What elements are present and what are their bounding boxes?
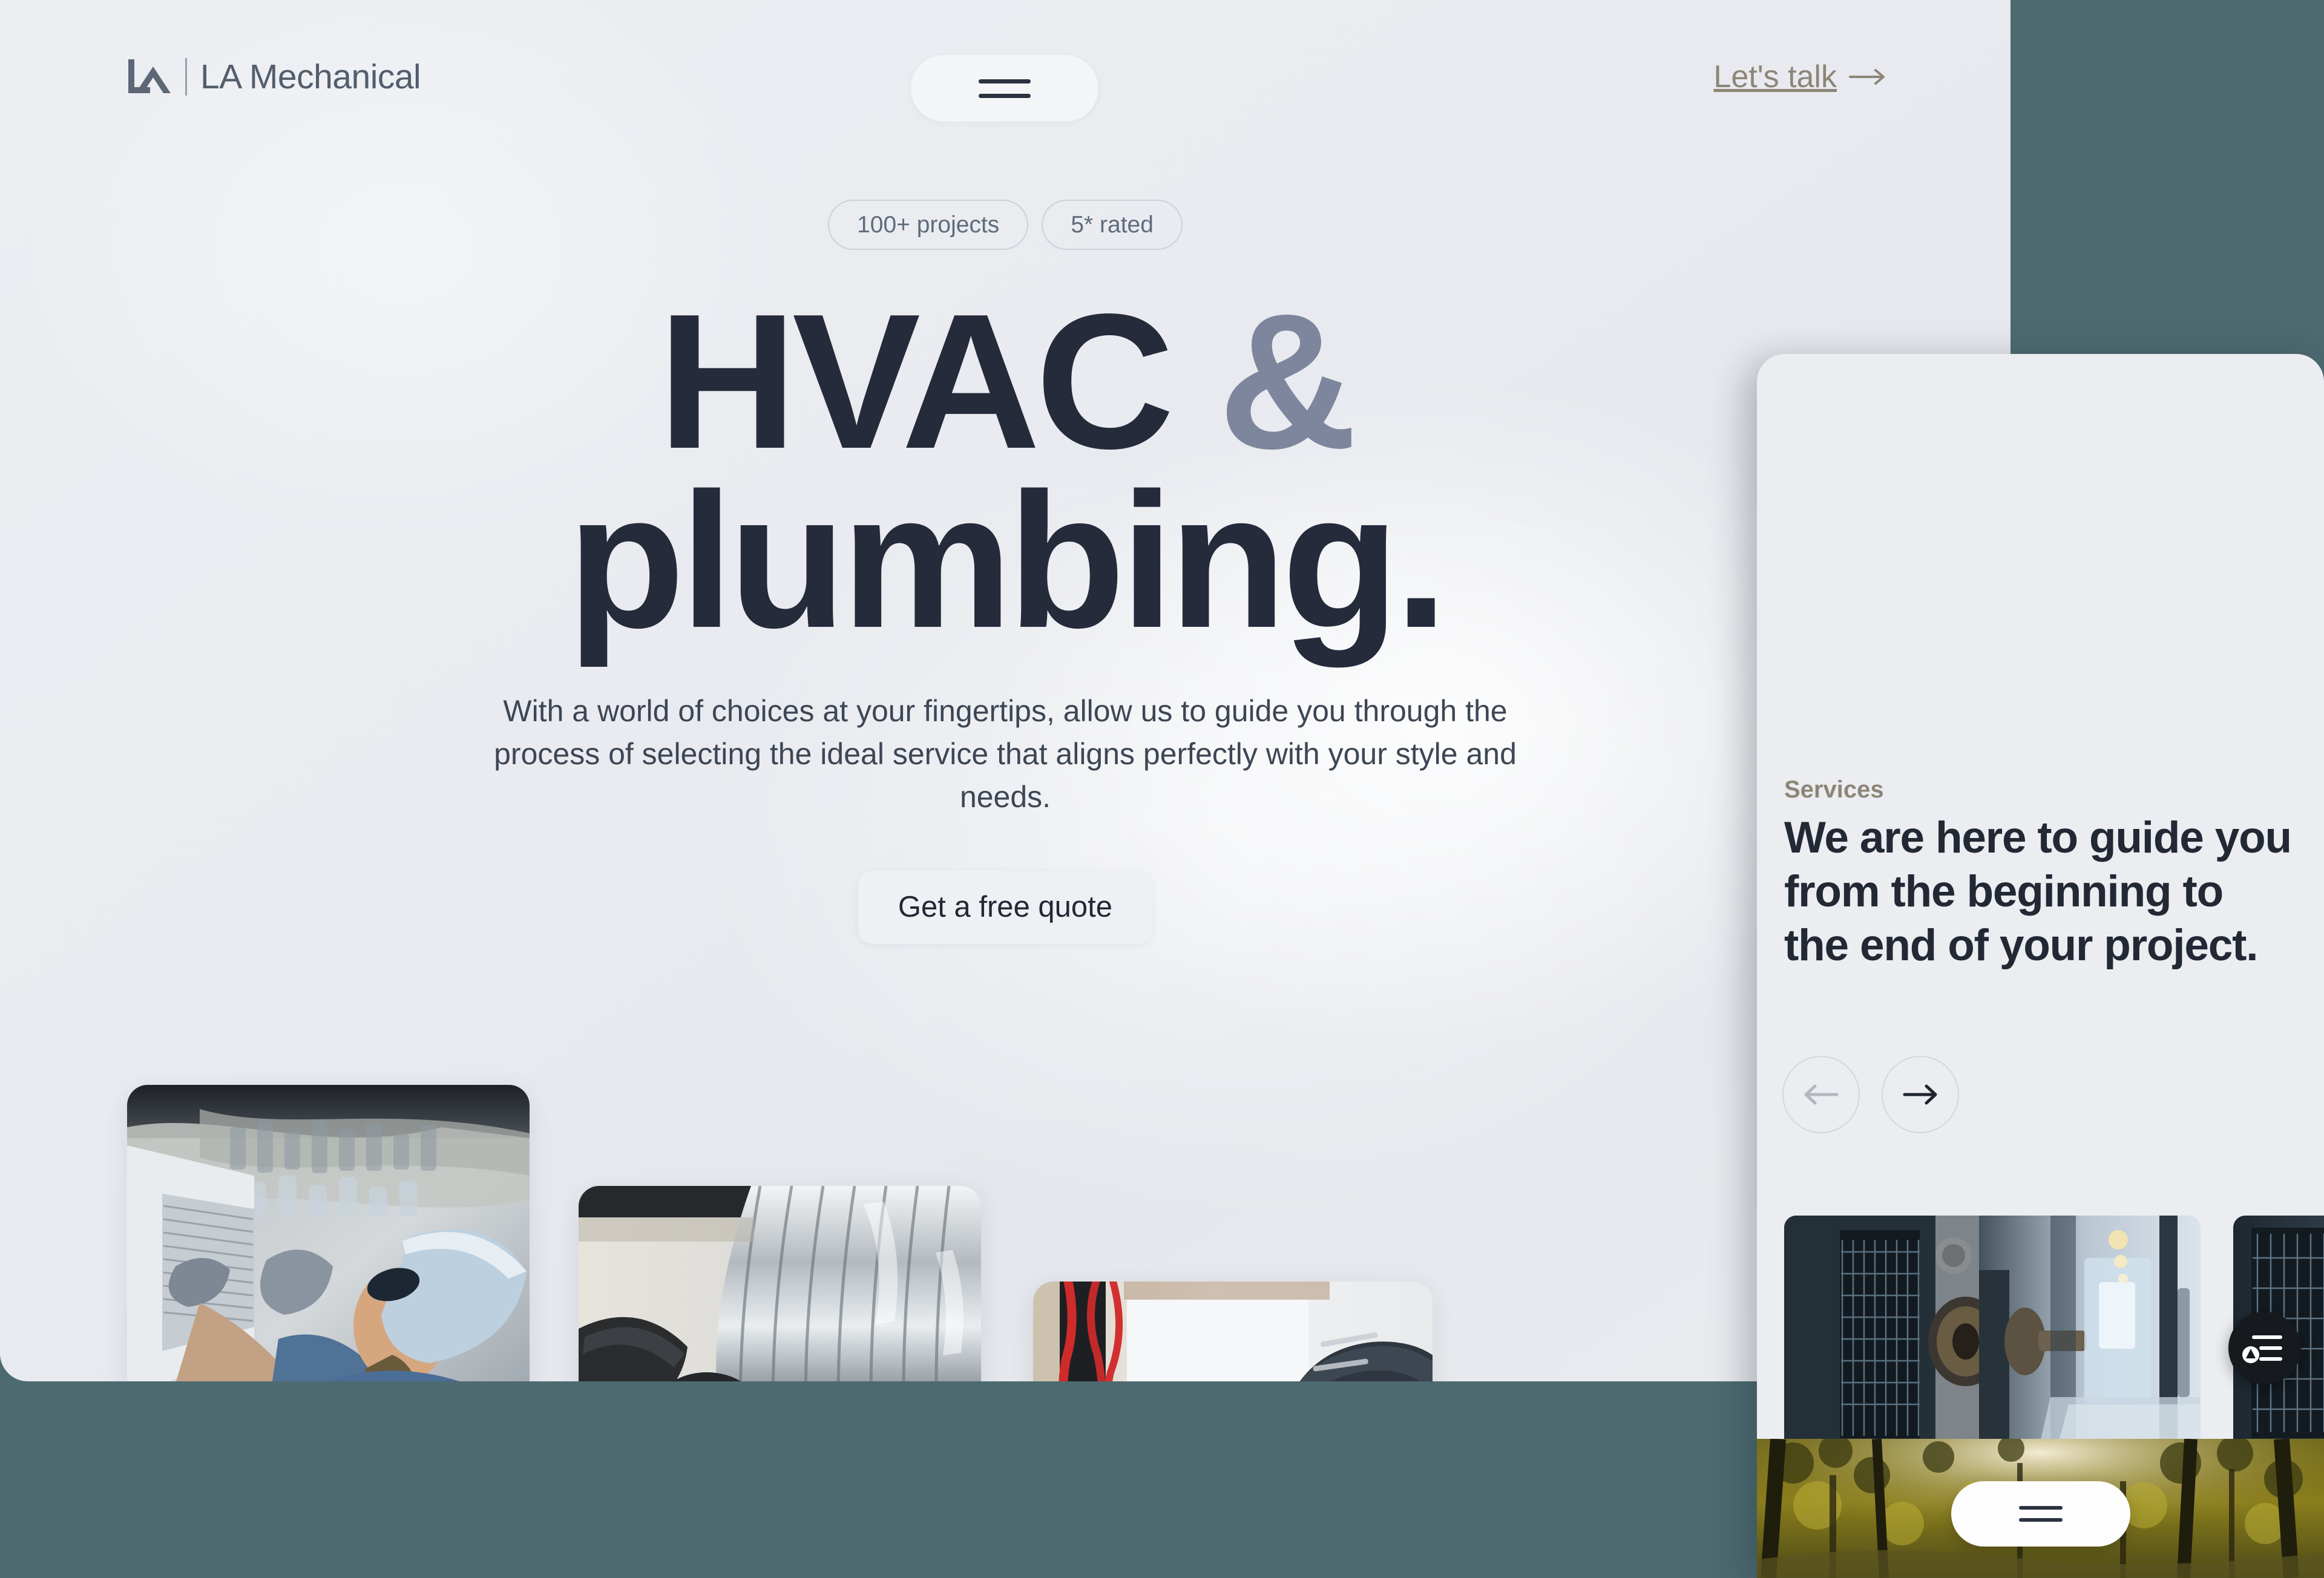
arrow-left-icon	[1804, 1084, 1839, 1105]
arrow-right-icon	[1849, 69, 1885, 85]
site-header: LA Mechanical Let's talk	[0, 0, 2011, 157]
brand-name: LA Mechanical	[200, 57, 421, 96]
carousel-next-button[interactable]	[1882, 1056, 1959, 1133]
list-lines-icon	[2242, 1335, 2282, 1363]
gallery-image-wiring	[1033, 1282, 1433, 1381]
menu-button[interactable]	[911, 55, 1098, 122]
carousel-prev-button[interactable]	[1782, 1056, 1860, 1133]
service-card-image-heating	[1784, 1216, 2201, 1450]
get-free-quote-button[interactable]: Get a free quote	[858, 871, 1153, 945]
desktop-mockup-panel: LA Mechanical Let's talk 100+ projects 5…	[0, 0, 2011, 1381]
list-logo-badge-icon[interactable]	[2228, 1312, 2301, 1384]
gallery-image-ductwork	[579, 1186, 981, 1381]
page-title: HVAC & plumbing.	[567, 286, 1448, 657]
brand-divider	[185, 58, 187, 96]
carousel-controls	[1782, 1056, 1959, 1133]
badge-projects[interactable]: 100+ projects	[828, 200, 1029, 250]
hamburger-menu-icon	[979, 79, 1031, 98]
badge-rating[interactable]: 5* rated	[1042, 200, 1183, 250]
la-roofline-logo-icon	[128, 59, 171, 93]
hero-subtitle: With a world of choices at your fingerti…	[494, 694, 1517, 814]
headline-line2: plumbing.	[567, 453, 1448, 668]
brand-logo[interactable]: LA Mechanical	[126, 58, 421, 96]
arrow-right-icon	[1903, 1084, 1937, 1105]
lets-talk-link[interactable]: Let's talk	[1713, 61, 1886, 93]
hamburger-menu-icon	[2018, 1506, 2063, 1522]
footer-menu-button[interactable]	[1951, 1481, 2130, 1547]
hero-section: 100+ projects 5* rated HVAC & plumbing. W…	[0, 200, 2011, 945]
gallery-image-hvac-technician	[127, 1085, 530, 1381]
hero-badges: 100+ projects 5* rated	[828, 200, 1183, 250]
lets-talk-label: Let's talk	[1713, 59, 1837, 94]
